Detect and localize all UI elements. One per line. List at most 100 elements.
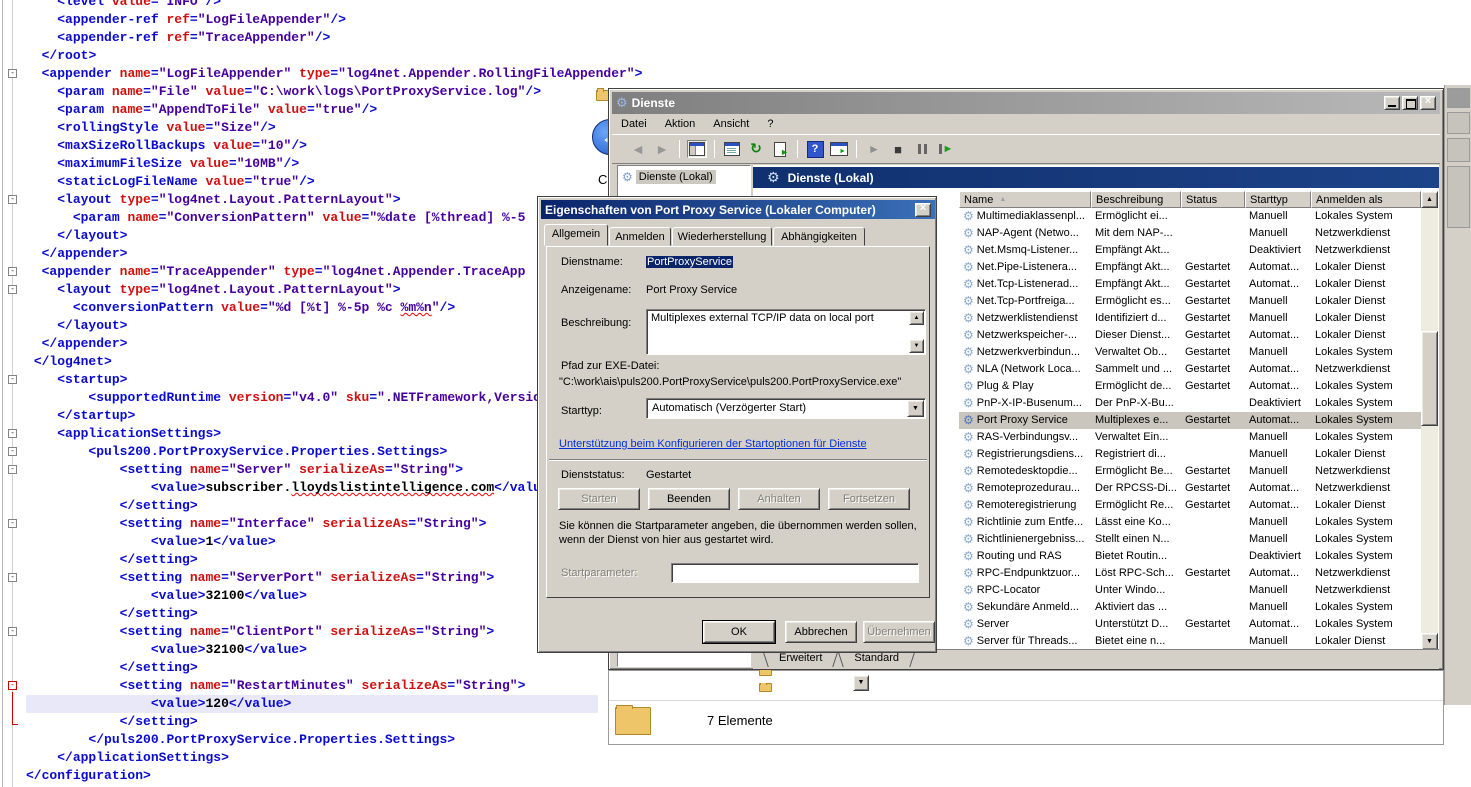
service-row[interactable]: ⚙Remotedesktopdie...Ermöglicht Be...Gest… bbox=[959, 463, 1421, 480]
code-line[interactable]: </configuration> bbox=[26, 767, 598, 785]
tab-abhaengigkeiten[interactable]: Abhängigkeiten bbox=[773, 227, 865, 246]
code-line[interactable]: </log4net> bbox=[26, 353, 598, 371]
service-row[interactable]: ⚙ServerUnterstützt D...GestartetAutomat.… bbox=[959, 616, 1421, 633]
service-row[interactable]: ⚙Richtlinie zum Entfe...Lässt eine Ko...… bbox=[959, 514, 1421, 531]
forward-icon[interactable]: ► bbox=[652, 140, 672, 158]
refresh-icon[interactable]: ↻ bbox=[746, 140, 766, 158]
close-button[interactable]: × bbox=[1420, 96, 1436, 110]
fold-toggle[interactable]: - bbox=[8, 195, 17, 204]
fold-toggle[interactable]: - bbox=[8, 69, 17, 78]
code-line[interactable]: </applicationSettings> bbox=[26, 749, 598, 767]
code-line[interactable]: </setting> bbox=[26, 659, 598, 677]
code-line[interactable]: <setting name="ClientPort" serializeAs="… bbox=[26, 623, 598, 641]
show-console-tree-icon[interactable] bbox=[687, 140, 707, 158]
service-row[interactable]: ⚙NetzwerklistendienstIdentifiziert d...G… bbox=[959, 310, 1421, 327]
service-row[interactable]: ⚙Plug & PlayErmöglicht de...GestartetAut… bbox=[959, 378, 1421, 395]
code-line[interactable]: <param name="AppendToFile" value="true"/… bbox=[26, 101, 598, 119]
code-line[interactable]: <supportedRuntime version="v4.0" sku=".N… bbox=[26, 389, 598, 407]
tree-item-dienste-lokal[interactable]: ⚙ Dienste (Lokal) bbox=[622, 170, 716, 184]
fold-toggle[interactable]: - bbox=[8, 627, 17, 636]
code-line[interactable]: <layout type="log4net.Layout.PatternLayo… bbox=[26, 281, 598, 299]
fold-toggle[interactable]: - bbox=[8, 573, 17, 582]
pause-service-icon[interactable] bbox=[912, 140, 932, 158]
code-line[interactable]: <applicationSettings> bbox=[26, 425, 598, 443]
starten-button[interactable]: Starten bbox=[558, 488, 640, 510]
service-row[interactable]: ⚙NAP-Agent (Netwo...Mit dem NAP-...Manue… bbox=[959, 225, 1421, 242]
service-row[interactable]: ⚙Registrierungsdiens...Registriert di...… bbox=[959, 446, 1421, 463]
code-line[interactable]: </appender> bbox=[26, 335, 598, 353]
code-line[interactable]: <value>32100</value> bbox=[26, 641, 598, 659]
service-row[interactable]: ⚙NLA (Network Loca...Sammelt und ...Gest… bbox=[959, 361, 1421, 378]
fold-toggle[interactable]: - bbox=[8, 375, 17, 384]
code-line[interactable]: <appender-ref ref="TraceAppender"/> bbox=[26, 29, 598, 47]
fold-toggle[interactable]: - bbox=[8, 285, 17, 294]
fortsetzen-button[interactable]: Fortsetzen bbox=[828, 488, 910, 510]
service-row[interactable]: ⚙RAS-Verbindungsv...Verwaltet Ein...Manu… bbox=[959, 429, 1421, 446]
properties-icon[interactable] bbox=[722, 140, 742, 158]
service-row[interactable]: ⚙PnP-X-IP-Busenum...Der PnP-X-Bu...Deakt… bbox=[959, 395, 1421, 412]
service-row[interactable]: ⚙Net.Tcp-Listenerad...Empfängt Akt...Ges… bbox=[959, 276, 1421, 293]
uebernehmen-button[interactable]: Übernehmen bbox=[863, 621, 935, 643]
code-line[interactable]: <puls200.PortProxyService.Properties.Set… bbox=[26, 443, 598, 461]
fold-toggle[interactable]: - bbox=[8, 429, 17, 438]
start-service-icon[interactable]: ► bbox=[864, 140, 884, 158]
ok-button[interactable]: OK bbox=[703, 621, 775, 643]
code-line[interactable]: </setting> bbox=[26, 713, 598, 731]
code-line[interactable]: <conversionPattern value="%d [%t] %-5p %… bbox=[26, 299, 598, 317]
back-icon[interactable]: ◄ bbox=[628, 140, 648, 158]
dialog-titlebar[interactable]: Eigenschaften von Port Proxy Service (Lo… bbox=[541, 200, 935, 219]
column-header-beschreibung[interactable]: Beschreibung bbox=[1091, 191, 1181, 208]
service-row[interactable]: ⚙Netzwerkspeicher-...Dieser Dienst...Ges… bbox=[959, 327, 1421, 344]
tab-wiederherstellung[interactable]: Wiederherstellung bbox=[672, 227, 772, 246]
code-area[interactable]: <level value="INFO"/> <appender-ref ref=… bbox=[26, 0, 598, 785]
beenden-button[interactable]: Beenden bbox=[648, 488, 730, 510]
service-row[interactable]: ⚙Net.Tcp-Portfreiga...Ermöglicht es...Ge… bbox=[959, 293, 1421, 310]
column-header-starttyp[interactable]: Starttyp bbox=[1245, 191, 1311, 208]
code-line[interactable]: <maximumFileSize value="10MB"/> bbox=[26, 155, 598, 173]
code-line[interactable]: <value>subscriber.lloydslistintelligence… bbox=[26, 479, 598, 497]
chevron-down-icon[interactable]: ▼ bbox=[907, 400, 924, 417]
code-line[interactable]: <setting name="Server" serializeAs="Stri… bbox=[26, 461, 598, 479]
minimize-button[interactable] bbox=[1384, 96, 1400, 110]
services-titlebar[interactable]: ⚙ Dienste × bbox=[612, 92, 1440, 114]
service-row[interactable]: ⚙Server für Threads...Bietet eine n...Ma… bbox=[959, 633, 1421, 649]
code-line[interactable]: </setting> bbox=[26, 605, 598, 623]
service-row[interactable]: ⚙Remoteprozedurau...Der RPCSS-Di...Gesta… bbox=[959, 480, 1421, 497]
code-line[interactable]: </startup> bbox=[26, 407, 598, 425]
code-line[interactable]: <param name="File" value="C:\work\logs\P… bbox=[26, 83, 598, 101]
code-line[interactable]: <appender name="TraceAppender" type="log… bbox=[26, 263, 598, 281]
stop-service-icon[interactable]: ■ bbox=[888, 140, 908, 158]
service-row[interactable]: ⚙Netzwerkverbindun...Verwaltet Ob...Gest… bbox=[959, 344, 1421, 361]
menu-hilfe[interactable]: ? bbox=[758, 116, 782, 132]
code-line[interactable]: <param name="ConversionPattern" value="%… bbox=[26, 209, 598, 227]
fold-toggle[interactable]: - bbox=[8, 681, 17, 690]
code-line[interactable]: <maxSizeRollBackups value="10"/> bbox=[26, 137, 598, 155]
fold-toggle[interactable]: - bbox=[8, 519, 17, 528]
code-line[interactable]: </puls200.PortProxyService.Properties.Se… bbox=[26, 731, 598, 749]
fold-toggle[interactable]: - bbox=[8, 267, 17, 276]
service-row[interactable]: ⚙Routing und RASBietet Routin...Deaktivi… bbox=[959, 548, 1421, 565]
menu-ansicht[interactable]: Ansicht bbox=[704, 116, 758, 132]
menu-aktion[interactable]: Aktion bbox=[656, 116, 705, 132]
code-line[interactable]: <level value="INFO"/> bbox=[26, 0, 598, 11]
code-line[interactable]: </setting> bbox=[26, 551, 598, 569]
restart-service-icon[interactable]: ► bbox=[936, 140, 956, 158]
code-line[interactable]: <value>1</value> bbox=[26, 533, 598, 551]
code-line[interactable]: </appender> bbox=[26, 245, 598, 263]
column-header-name[interactable]: Name ▲ bbox=[959, 191, 1091, 208]
field-scroll-down-icon[interactable]: ▼ bbox=[909, 339, 924, 353]
code-line[interactable]: <rollingStyle value="Size"/> bbox=[26, 119, 598, 137]
extended-view-icon[interactable]: ► bbox=[829, 140, 849, 158]
code-line[interactable]: <staticLogFileName value="true"/> bbox=[26, 173, 598, 191]
column-header-status[interactable]: Status bbox=[1181, 191, 1245, 208]
service-row[interactable]: ⚙Port Proxy ServiceMultiplexes e...Gesta… bbox=[959, 412, 1421, 429]
fold-toggle[interactable]: - bbox=[8, 465, 17, 474]
maximize-button[interactable] bbox=[1402, 96, 1418, 110]
service-row[interactable]: ⚙Net.Pipe-Listenera...Empfängt Akt...Ges… bbox=[959, 259, 1421, 276]
service-row[interactable]: ⚙RemoteregistrierungErmöglicht Re...Gest… bbox=[959, 497, 1421, 514]
code-line[interactable]: <appender-ref ref="LogFileAppender"/> bbox=[26, 11, 598, 29]
scrollbar-thumb[interactable] bbox=[1421, 331, 1438, 426]
help-icon[interactable]: ? bbox=[805, 140, 825, 158]
tab-allgemein[interactable]: Allgemein bbox=[544, 224, 608, 246]
code-line[interactable]: <setting name="RestartMinutes" serialize… bbox=[26, 677, 598, 695]
